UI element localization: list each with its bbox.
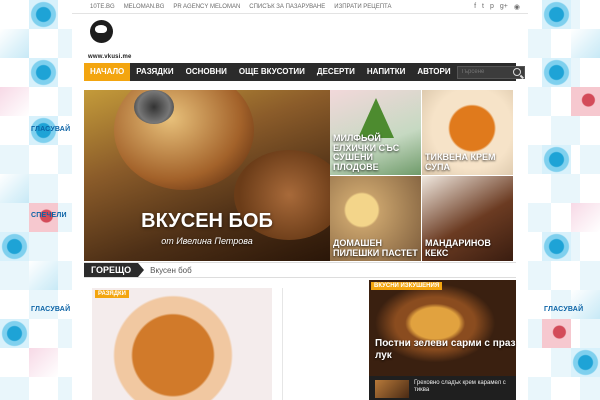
ad-tile xyxy=(542,232,571,261)
trending-link[interactable]: Вкусен боб xyxy=(150,266,192,275)
site-logo[interactable] xyxy=(84,16,118,52)
ad-tile xyxy=(29,348,58,377)
widget-image[interactable] xyxy=(369,280,516,376)
hero-title[interactable]: ВКУСЕН БОБ xyxy=(84,210,330,233)
trending-label: ГОРЕЩО xyxy=(84,263,145,277)
post-card[interactable]: РАЗЯДКИ xyxy=(92,288,272,400)
hero-author[interactable]: от Ивелина Петрова xyxy=(84,236,330,246)
ad-tile xyxy=(0,174,29,203)
ad-tile xyxy=(0,319,29,348)
search-icon[interactable] xyxy=(512,68,521,76)
ad-tile xyxy=(542,58,571,87)
widget-category-badge[interactable]: ВКУСНИ ИЗКУШЕНИЯ xyxy=(371,282,443,290)
pot-lid-image xyxy=(134,90,174,124)
sidebar-widget: ВКУСНИ ИЗКУШЕНИЯ Постни зелеви сарми с п… xyxy=(369,280,516,400)
featured-caption[interactable]: Домашен пилешки пастет xyxy=(333,238,421,258)
widget-post-title[interactable]: Постни зелеви сарми с праз лук xyxy=(375,338,516,361)
nav-item-home[interactable]: НАЧАЛО xyxy=(84,63,131,81)
search-box xyxy=(456,65,525,79)
ad-vote-label[interactable]: ГЛАСУВАЙ xyxy=(31,306,70,313)
featured-caption[interactable]: Милфьой елхички със сушени плодове xyxy=(333,134,421,172)
ad-tile xyxy=(29,58,58,87)
search-input[interactable] xyxy=(460,69,513,75)
bowl-icon xyxy=(90,20,113,43)
nav-item-desserts[interactable]: ДЕСЕРТИ xyxy=(311,63,361,81)
site-container: 10TE.BG MELOMAN.BG PR AGENCY MELOMAN СПИ… xyxy=(72,0,528,400)
site-header: www.vkusi.me xyxy=(72,14,528,63)
post-category-badge[interactable]: РАЗЯДКИ xyxy=(95,290,129,298)
pinterest-icon[interactable]: p xyxy=(490,3,494,11)
trending-bar: ГОРЕЩО Вкусен боб xyxy=(84,262,516,278)
ad-tile xyxy=(542,319,571,348)
ad-tile xyxy=(571,29,600,58)
nav-item-appetizers[interactable]: РАЗЯДКИ xyxy=(130,63,179,81)
ad-tile xyxy=(29,0,58,29)
facebook-icon[interactable]: f xyxy=(474,3,476,11)
ad-vote-label[interactable]: ГЛАСУВАЙ xyxy=(544,306,583,313)
ad-tile xyxy=(29,261,58,290)
featured-post[interactable]: Милфьой елхички със сушени плодове xyxy=(330,90,421,175)
widget-item-title[interactable]: Греховно сладък крем карамел с тиква xyxy=(414,380,514,398)
logo-text: www.vkusi.me xyxy=(88,54,132,60)
featured-caption[interactable]: Тиквена крем супа xyxy=(425,152,513,172)
twitter-icon[interactable]: t xyxy=(482,3,484,11)
topbar-link[interactable]: ИЗПРАТИ РЕЦЕПТА xyxy=(334,4,391,10)
hero-post[interactable]: ВКУСЕН БОБ от Ивелина Петрова xyxy=(84,90,330,261)
nav-item-authors[interactable]: АВТОРИ xyxy=(411,63,456,81)
ad-tile xyxy=(0,87,29,116)
widget-thumb xyxy=(375,380,409,398)
ad-tile xyxy=(0,232,29,261)
ad-tile xyxy=(571,203,600,232)
nav-item-more[interactable]: ОЩЕ ВКУСОТИИ xyxy=(233,63,311,81)
topbar-link[interactable]: СПИСЪК ЗА ПАЗАРУВАНЕ xyxy=(249,4,325,10)
ad-tile xyxy=(571,348,600,377)
topbar-link[interactable]: PR AGENCY MELOMAN xyxy=(173,4,240,10)
featured-post[interactable]: Мандаринов кекс xyxy=(422,176,513,261)
ad-tile xyxy=(542,145,571,174)
ad-tile xyxy=(571,290,600,319)
main-nav: НАЧАЛО РАЗЯДКИ ОСНОВНИ ОЩЕ ВКУСОТИИ ДЕСЕ… xyxy=(84,63,525,81)
ad-tile xyxy=(542,0,571,29)
ad-vote-label[interactable]: ГЛАСУВАЙ xyxy=(31,126,70,133)
google-plus-icon[interactable]: g+ xyxy=(500,3,508,11)
ad-tile xyxy=(0,29,29,58)
featured-post[interactable]: Тиквена крем супа xyxy=(422,90,513,175)
pastry-tree-image xyxy=(358,98,394,138)
ad-tile xyxy=(571,87,600,116)
rss-icon[interactable]: ◉ xyxy=(514,3,520,11)
social-icons: f t p g+ ◉ xyxy=(474,3,528,11)
nav-item-drinks[interactable]: НАПИТКИ xyxy=(361,63,411,81)
topbar-link[interactable]: 10TE.BG xyxy=(90,4,115,10)
featured-post[interactable]: Домашен пилешки пастет xyxy=(330,176,421,261)
widget-list-item[interactable]: Греховно сладък крем карамел с тиква xyxy=(375,380,514,398)
ad-win-label[interactable]: СПЕЧЕЛИ xyxy=(31,212,67,219)
nav-item-mains[interactable]: ОСНОВНИ xyxy=(180,63,233,81)
featured-caption[interactable]: Мандаринов кекс xyxy=(425,238,513,258)
top-bar: 10TE.BG MELOMAN.BG PR AGENCY MELOMAN СПИ… xyxy=(72,0,528,14)
topbar-link[interactable]: MELOMAN.BG xyxy=(124,4,165,10)
column-divider xyxy=(282,288,283,400)
